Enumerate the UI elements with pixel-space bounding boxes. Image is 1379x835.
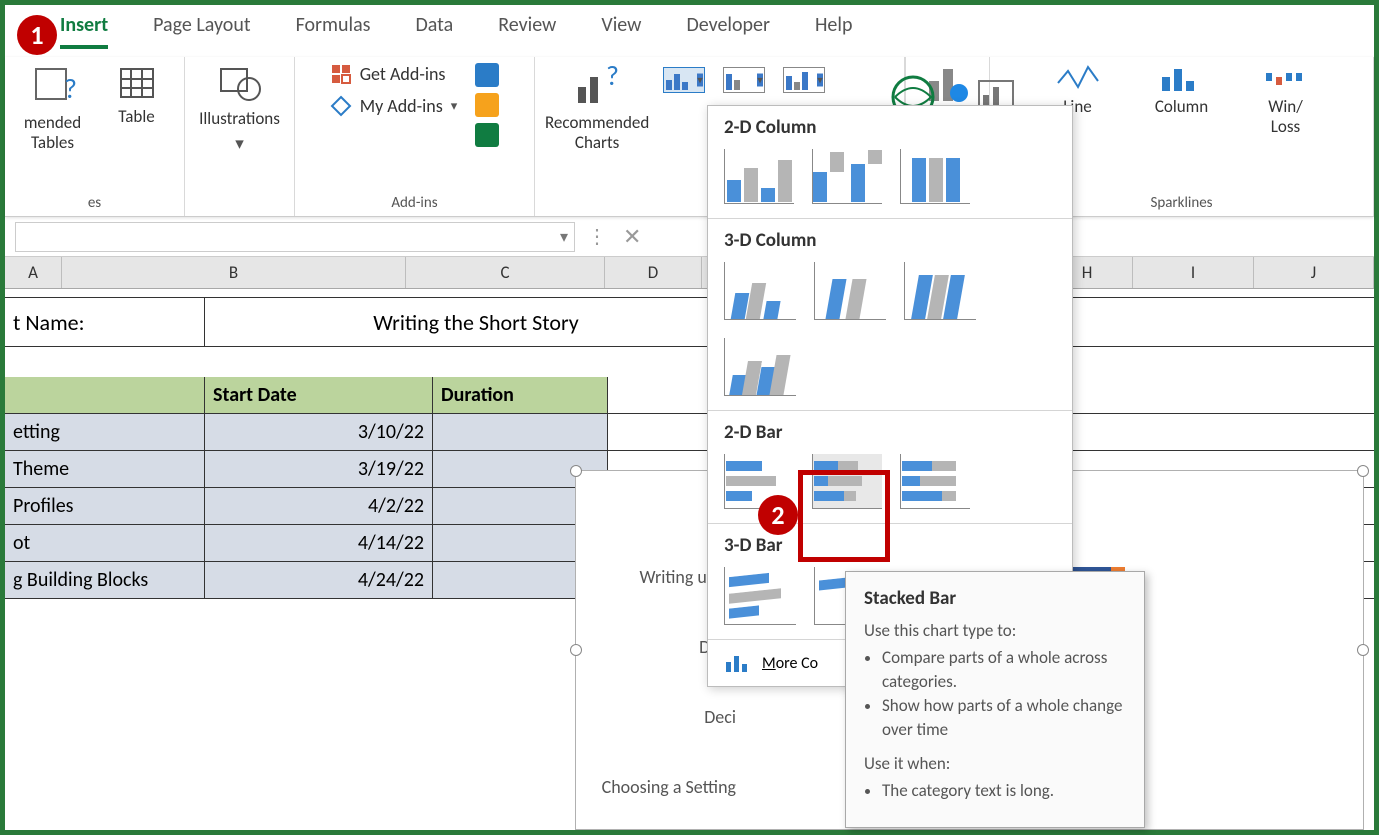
sparklines-group-label: Sparklines bbox=[1150, 190, 1212, 212]
col-header-j[interactable]: J bbox=[1254, 257, 1374, 288]
3d-stacked-column-option[interactable] bbox=[814, 262, 886, 320]
task-cell[interactable]: g Building Blocks bbox=[5, 562, 205, 598]
addins-group-label: Add-ins bbox=[391, 190, 437, 212]
duration-cell[interactable] bbox=[433, 414, 608, 450]
tab-formulas[interactable]: Formulas bbox=[296, 13, 371, 45]
waterfall-chart-dropdown[interactable]: ▾ bbox=[783, 67, 825, 93]
my-addins-button[interactable]: My Add-ins ▾ bbox=[330, 95, 458, 117]
date-cell[interactable]: 3/10/22 bbox=[205, 414, 433, 450]
project-name-value[interactable]: Writing the Short Story bbox=[205, 298, 748, 346]
hierarchy-chart-dropdown[interactable]: ▾ bbox=[723, 67, 765, 93]
visio-icon[interactable] bbox=[475, 63, 499, 87]
cancel-formula-button[interactable]: ✕ bbox=[623, 223, 641, 250]
stacked-bar-option[interactable] bbox=[812, 454, 882, 509]
stacked-column-100-option[interactable] bbox=[900, 149, 970, 204]
data-row[interactable]: etting3/10/22 bbox=[5, 414, 1374, 451]
sparkline-winloss-button[interactable]: Win/ Loss bbox=[1251, 63, 1321, 136]
tooltip-title: Stacked Bar bbox=[864, 586, 1126, 613]
clustered-column-option[interactable] bbox=[724, 149, 794, 204]
tab-view[interactable]: View bbox=[601, 13, 641, 45]
ribbon-tabs: Insert Page Layout Formulas Data Review … bbox=[5, 5, 1374, 57]
chart-question-icon: ? bbox=[572, 63, 622, 109]
column-headers: A B C D H I J bbox=[5, 257, 1374, 289]
axis-label: Deci bbox=[586, 706, 736, 728]
date-cell[interactable]: 4/24/22 bbox=[205, 562, 433, 598]
3d-column-option[interactable] bbox=[724, 338, 796, 396]
col-header-d[interactable]: D bbox=[605, 257, 702, 288]
col-header-b[interactable]: B bbox=[62, 257, 406, 288]
illustrations-button[interactable]: Illustrations ▾ bbox=[199, 63, 280, 154]
store-icon bbox=[330, 63, 352, 85]
chart-tooltip: Stacked Bar Use this chart type to: Comp… bbox=[845, 571, 1145, 828]
annotation-marker-2: 2 bbox=[758, 495, 798, 535]
resize-handle[interactable] bbox=[1357, 465, 1369, 477]
task-cell[interactable]: Theme bbox=[5, 451, 205, 487]
recommended-charts-button[interactable]: ? Recommended Charts bbox=[545, 63, 649, 152]
sparkline-line-icon bbox=[1056, 63, 1100, 93]
resize-handle[interactable] bbox=[570, 465, 582, 477]
addins-icon bbox=[330, 95, 352, 117]
header-start-date: Start Date bbox=[205, 377, 433, 413]
resize-handle[interactable] bbox=[1357, 644, 1369, 656]
gallery-section-2d-bar: 2-D Bar bbox=[724, 421, 1056, 444]
tables-group-label: es bbox=[88, 190, 101, 212]
dots-icon: ⋮ bbox=[587, 224, 607, 249]
pivot-table-icon: ? bbox=[30, 63, 76, 109]
name-box[interactable]: ▾ bbox=[15, 222, 575, 252]
table-icon bbox=[117, 63, 157, 103]
task-cell[interactable]: Profiles bbox=[5, 488, 205, 524]
header-row: Start Date Duration bbox=[5, 377, 1374, 414]
sparkline-winloss-icon bbox=[1264, 63, 1308, 93]
col-header-a[interactable]: A bbox=[5, 257, 62, 288]
tab-review[interactable]: Review bbox=[498, 13, 556, 45]
svg-text:?: ? bbox=[64, 71, 76, 106]
shapes-icon bbox=[215, 63, 265, 105]
stacked-column-option[interactable] bbox=[812, 149, 882, 204]
get-addins-button[interactable]: Get Add-ins bbox=[330, 63, 458, 85]
tab-insert[interactable]: Insert bbox=[60, 13, 108, 49]
tab-data[interactable]: Data bbox=[415, 13, 453, 45]
svg-text:?: ? bbox=[606, 63, 619, 93]
3d-clustered-column-option[interactable] bbox=[724, 262, 796, 320]
tab-developer[interactable]: Developer bbox=[686, 13, 770, 45]
task-cell[interactable]: etting bbox=[5, 414, 205, 450]
annotation-marker-1: 1 bbox=[17, 15, 57, 55]
tab-help[interactable]: Help bbox=[815, 13, 853, 45]
date-cell[interactable]: 4/14/22 bbox=[205, 525, 433, 561]
col-header-i[interactable]: I bbox=[1133, 257, 1254, 288]
formula-bar: ▾ ⋮ ✕ bbox=[5, 217, 1374, 257]
task-cell[interactable]: ot bbox=[5, 525, 205, 561]
table-button[interactable]: Table bbox=[102, 63, 172, 127]
project-name-label: t Name: bbox=[5, 298, 205, 346]
recommended-pivot-tables-button[interactable]: ? mended Tables bbox=[18, 63, 88, 152]
date-cell[interactable]: 4/2/22 bbox=[205, 488, 433, 524]
gallery-section-2d-column: 2-D Column bbox=[724, 116, 1056, 139]
gallery-section-3d-bar: 3-D Bar bbox=[724, 534, 1056, 557]
date-cell[interactable]: 3/19/22 bbox=[205, 451, 433, 487]
sparkline-column-icon bbox=[1160, 63, 1204, 93]
ribbon-body: ? mended Tables Table es Illustrations ▾ bbox=[5, 57, 1374, 217]
3d-stacked-column-100-option[interactable] bbox=[904, 262, 976, 320]
axis-label: Choosing a Setting bbox=[586, 776, 736, 798]
bing-icon[interactable] bbox=[475, 93, 499, 117]
column-chart-icon bbox=[724, 652, 748, 674]
resize-handle[interactable] bbox=[570, 644, 582, 656]
3d-clustered-bar-option[interactable] bbox=[724, 567, 796, 625]
people-graph-icon[interactable] bbox=[475, 123, 499, 147]
col-header-c[interactable]: C bbox=[406, 257, 605, 288]
column-chart-dropdown[interactable]: ▾ bbox=[663, 67, 705, 93]
sparkline-column-button[interactable]: Column bbox=[1147, 63, 1217, 117]
gallery-section-3d-column: 3-D Column bbox=[724, 229, 1056, 252]
header-duration: Duration bbox=[433, 377, 608, 413]
project-name-row: t Name: Writing the Short Story bbox=[5, 297, 1374, 347]
tab-page-layout[interactable]: Page Layout bbox=[153, 13, 250, 45]
stacked-bar-100-option[interactable] bbox=[900, 454, 970, 509]
